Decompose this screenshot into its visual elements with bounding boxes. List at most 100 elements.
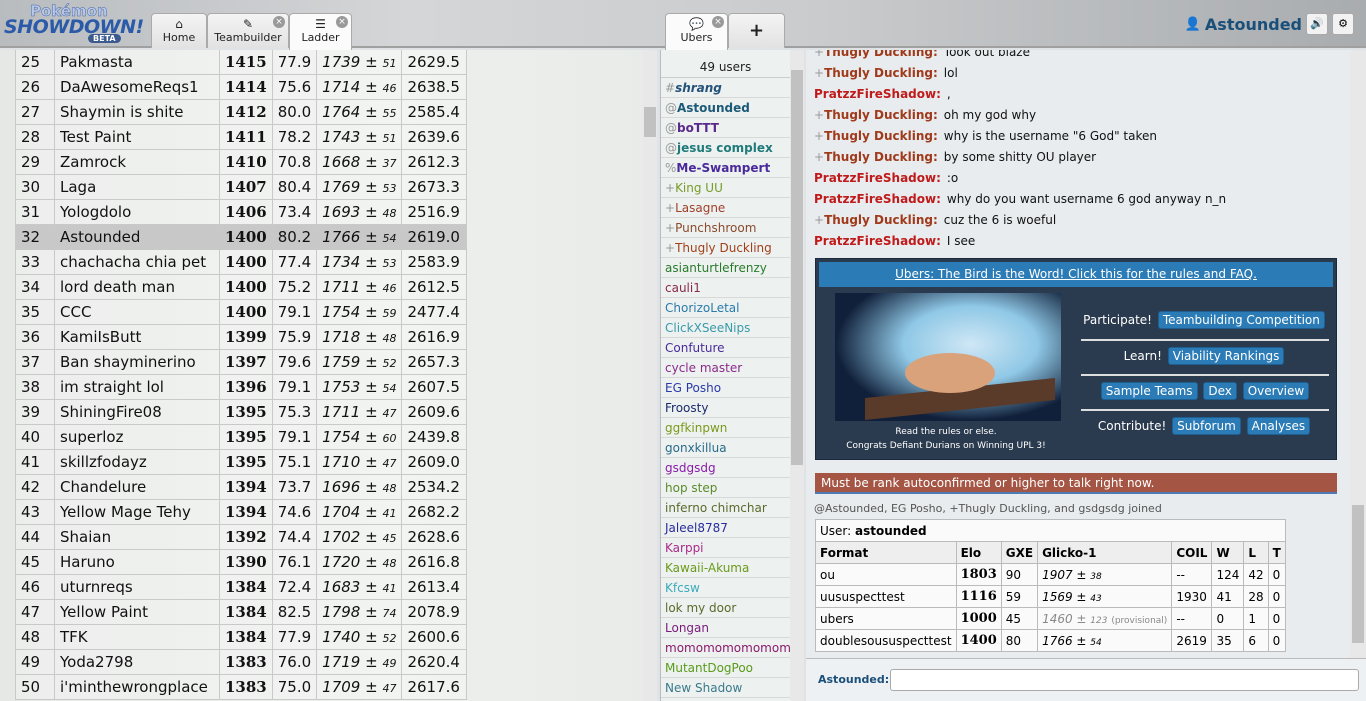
player-name[interactable]: Haruno bbox=[54, 549, 220, 575]
ladder-row[interactable]: 27 Shaymin is shite 1412 80.0 1764 ± 55 2585.… bbox=[15, 99, 468, 125]
user-name[interactable]: Kfcsw bbox=[665, 581, 700, 595]
chat-username[interactable]: +Thugly Duckling: bbox=[814, 50, 938, 59]
player-name[interactable]: CCC bbox=[54, 299, 220, 325]
player-name[interactable]: DaAwesomeReqs1 bbox=[54, 74, 220, 100]
user-list-item[interactable]: gsdgsdg bbox=[661, 458, 790, 478]
user-name[interactable]: Astounded bbox=[677, 101, 750, 115]
user-list-item[interactable]: gonxkillua bbox=[661, 438, 790, 458]
user-name[interactable]: jesus complex bbox=[677, 141, 773, 155]
ladder-row[interactable]: 40 superloz 1395 79.1 1754 ± 60 2439.8 bbox=[15, 424, 468, 450]
user-name[interactable]: lok my door bbox=[665, 601, 736, 615]
close-tab-icon[interactable]: × bbox=[336, 16, 348, 28]
tab-teambuilder[interactable]: ✎ Teambuilder × bbox=[207, 13, 289, 48]
player-name[interactable]: Yologdolo bbox=[54, 199, 220, 225]
user-name[interactable]: Lasagne bbox=[675, 201, 725, 215]
sample-teams-button[interactable]: Sample Teams bbox=[1100, 382, 1198, 400]
player-name[interactable]: uturnreqs bbox=[54, 574, 220, 600]
player-name[interactable]: Shaian bbox=[54, 524, 220, 550]
user-name[interactable]: asianturtlefrenzy bbox=[665, 261, 767, 275]
sound-icon[interactable]: 🔊 bbox=[1306, 13, 1328, 35]
ladder-row[interactable]: 45 Haruno 1390 76.1 1720 ± 48 2616.8 bbox=[15, 549, 468, 575]
user-name[interactable]: gsdgsdg bbox=[665, 461, 716, 475]
user-name[interactable]: hop step bbox=[665, 481, 717, 495]
ladder-row[interactable]: 33 chachacha chia pet 1400 77.4 1734 ± 53 258… bbox=[15, 249, 468, 275]
ladder-row[interactable]: 28 Test Paint 1411 78.2 1743 ± 51 2639.6 bbox=[15, 124, 468, 150]
player-name[interactable]: Pakmasta bbox=[54, 50, 220, 75]
player-name[interactable]: TFK bbox=[54, 624, 220, 650]
user-list-item[interactable]: ChorizoLetal bbox=[661, 298, 790, 318]
user-list-item[interactable]: cycle master bbox=[661, 358, 790, 378]
player-name[interactable]: superloz bbox=[54, 424, 220, 450]
chat-scrollbar[interactable] bbox=[1350, 50, 1366, 658]
user-list-item[interactable]: Kawaii-Akuma bbox=[661, 558, 790, 578]
user-name[interactable]: ChorizoLetal bbox=[665, 301, 739, 315]
user-name[interactable]: Punchshroom bbox=[675, 221, 756, 235]
user-name[interactable]: Karppi bbox=[665, 541, 704, 555]
user-name[interactable]: shrang bbox=[675, 81, 722, 95]
chat-username[interactable]: +Thugly Duckling: bbox=[814, 108, 938, 122]
chat-username[interactable]: PratzzFireShadow: bbox=[814, 192, 941, 206]
subforum-button[interactable]: Subforum bbox=[1172, 417, 1241, 435]
chat-username[interactable]: PratzzFireShadow: bbox=[814, 87, 941, 101]
ladder-row[interactable]: 30 Laga 1407 80.4 1769 ± 53 2673.3 bbox=[15, 174, 468, 200]
player-name[interactable]: chachacha chia pet bbox=[54, 249, 220, 275]
user-list-item[interactable]: ClickXSeeNips bbox=[661, 318, 790, 338]
ladder-row[interactable]: 36 KamiIsButt 1399 75.9 1718 ± 48 2616.9 bbox=[15, 324, 468, 350]
close-tab-icon[interactable]: × bbox=[712, 16, 724, 28]
ladder-row[interactable]: 34 lord death man 1400 75.2 1711 ± 46 2612.5 bbox=[15, 274, 468, 300]
user-name[interactable]: Kawaii-Akuma bbox=[665, 561, 749, 575]
close-tab-icon[interactable]: × bbox=[273, 16, 285, 28]
ladder-row[interactable]: 38 im straight lol 1396 79.1 1753 ± 54 2607.5 bbox=[15, 374, 468, 400]
user-name[interactable]: momomomomomomo bbox=[665, 641, 790, 655]
user-list-item[interactable]: lok my door bbox=[661, 598, 790, 618]
player-name[interactable]: Yoda2798 bbox=[54, 649, 220, 675]
chat-username[interactable]: +Thugly Duckling: bbox=[814, 213, 938, 227]
analyses-button[interactable]: Analyses bbox=[1246, 417, 1311, 435]
player-name[interactable]: Chandelure bbox=[54, 474, 220, 500]
player-name[interactable]: i'minthewrongplace bbox=[54, 674, 220, 700]
player-name[interactable]: im straight lol bbox=[54, 374, 220, 400]
user-list-item[interactable]: %Me-Swampert bbox=[661, 158, 790, 178]
user-name[interactable]: inferno chimchar bbox=[665, 501, 767, 515]
user-name[interactable]: Jaleel8787 bbox=[665, 521, 728, 535]
user-list-item[interactable]: @Astounded bbox=[661, 98, 790, 118]
user-name[interactable]: Confuture bbox=[665, 341, 725, 355]
user-list-item[interactable]: Longan bbox=[661, 618, 790, 638]
ladder-row[interactable]: 31 Yologdolo 1406 73.4 1693 ± 48 2516.9 bbox=[15, 199, 468, 225]
new-tab-button[interactable]: + bbox=[728, 13, 785, 48]
player-name[interactable]: Astounded bbox=[54, 224, 220, 250]
user-list-item[interactable]: Kfcsw bbox=[661, 578, 790, 598]
ladder-row[interactable]: 35 CCC 1400 79.1 1754 ± 59 2477.4 bbox=[15, 299, 468, 325]
player-name[interactable]: lord death man bbox=[54, 274, 220, 300]
player-name[interactable]: Ban shayminerino bbox=[54, 349, 220, 375]
teambuilding-competition-button[interactable]: Teambuilding Competition bbox=[1157, 311, 1325, 329]
player-name[interactable]: ShiningFire08 bbox=[54, 399, 220, 425]
user-list-item[interactable]: @boTTT bbox=[661, 118, 790, 138]
pokemon-showdown-logo[interactable]: Pokémon SHOWDOWN! BETA bbox=[4, 2, 148, 44]
user-list-item[interactable]: hop step bbox=[661, 478, 790, 498]
user-name[interactable]: MutantDogPoo bbox=[665, 661, 753, 675]
tab-ubers[interactable]: 💬 Ubers × bbox=[665, 13, 728, 50]
ladder-row[interactable]: 32 Astounded 1400 80.2 1766 ± 54 2619.0 bbox=[15, 224, 468, 250]
user-list-item[interactable]: Karppi bbox=[661, 538, 790, 558]
viability-rankings-button[interactable]: Viability Rankings bbox=[1167, 347, 1285, 365]
player-name[interactable]: Laga bbox=[54, 174, 220, 200]
player-name[interactable]: Yellow Paint bbox=[54, 599, 220, 625]
ladder-row[interactable]: 37 Ban shayminerino 1397 79.6 1759 ± 52 2657.… bbox=[15, 349, 468, 375]
chat-username[interactable]: +Thugly Duckling: bbox=[814, 66, 938, 80]
user-list-item[interactable]: +Lasagne bbox=[661, 198, 790, 218]
player-name[interactable]: KamiIsButt bbox=[54, 324, 220, 350]
user-name[interactable]: New Shadow bbox=[665, 681, 742, 695]
ladder-row[interactable]: 26 DaAwesomeReqs1 1414 75.6 1714 ± 46 2638.5 bbox=[15, 74, 468, 100]
user-list-item[interactable]: cauli1 bbox=[661, 278, 790, 298]
player-name[interactable]: Test Paint bbox=[54, 124, 220, 150]
ladder-row[interactable]: 50 i'minthewrongplace 1383 75.0 1709 ± 47 261… bbox=[15, 674, 468, 700]
user-list-item[interactable]: +Punchshroom bbox=[661, 218, 790, 238]
gear-icon[interactable]: ⚙ bbox=[1332, 13, 1354, 35]
user-name[interactable]: cycle master bbox=[665, 361, 742, 375]
ladder-row[interactable]: 25 Pakmasta 1415 77.9 1739 ± 51 2629.5 bbox=[15, 50, 468, 75]
ladder-row[interactable]: 49 Yoda2798 1383 76.0 1719 ± 49 2620.4 bbox=[15, 649, 468, 675]
user-name[interactable]: ggfkinpwn bbox=[665, 421, 727, 435]
player-name[interactable]: skillzfodayz bbox=[54, 449, 220, 475]
user-name[interactable]: ClickXSeeNips bbox=[665, 321, 750, 335]
